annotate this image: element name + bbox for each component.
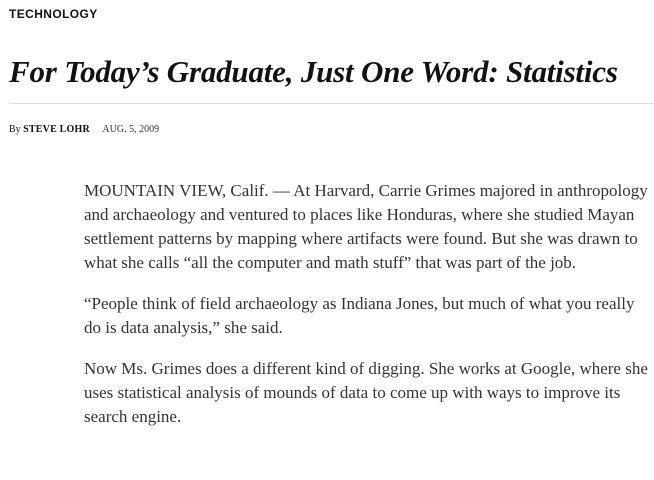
section-label[interactable]: TECHNOLOGY [9, 7, 98, 21]
byline-prefix: By [9, 124, 21, 135]
article-paragraph: MOUNTAIN VIEW, Calif. — At Harvard, Carr… [84, 181, 648, 272]
publish-date: AUG. 5, 2009 [102, 124, 160, 135]
article-paragraph: “People think of field archaeology as In… [84, 294, 635, 337]
headline-divider [9, 103, 654, 104]
article-page: TECHNOLOGY For Today’s Graduate, Just On… [0, 0, 654, 480]
byline: By STEVE LOHR AUG. 5, 2009 [9, 124, 159, 135]
article-headline: For Today’s Graduate, Just One Word: Sta… [9, 54, 618, 89]
article-paragraph: Now Ms. Grimes does a different kind of … [84, 359, 648, 426]
author-link[interactable]: STEVE LOHR [23, 124, 90, 135]
article-body: MOUNTAIN VIEW, Calif. — At Harvard, Carr… [84, 179, 650, 446]
